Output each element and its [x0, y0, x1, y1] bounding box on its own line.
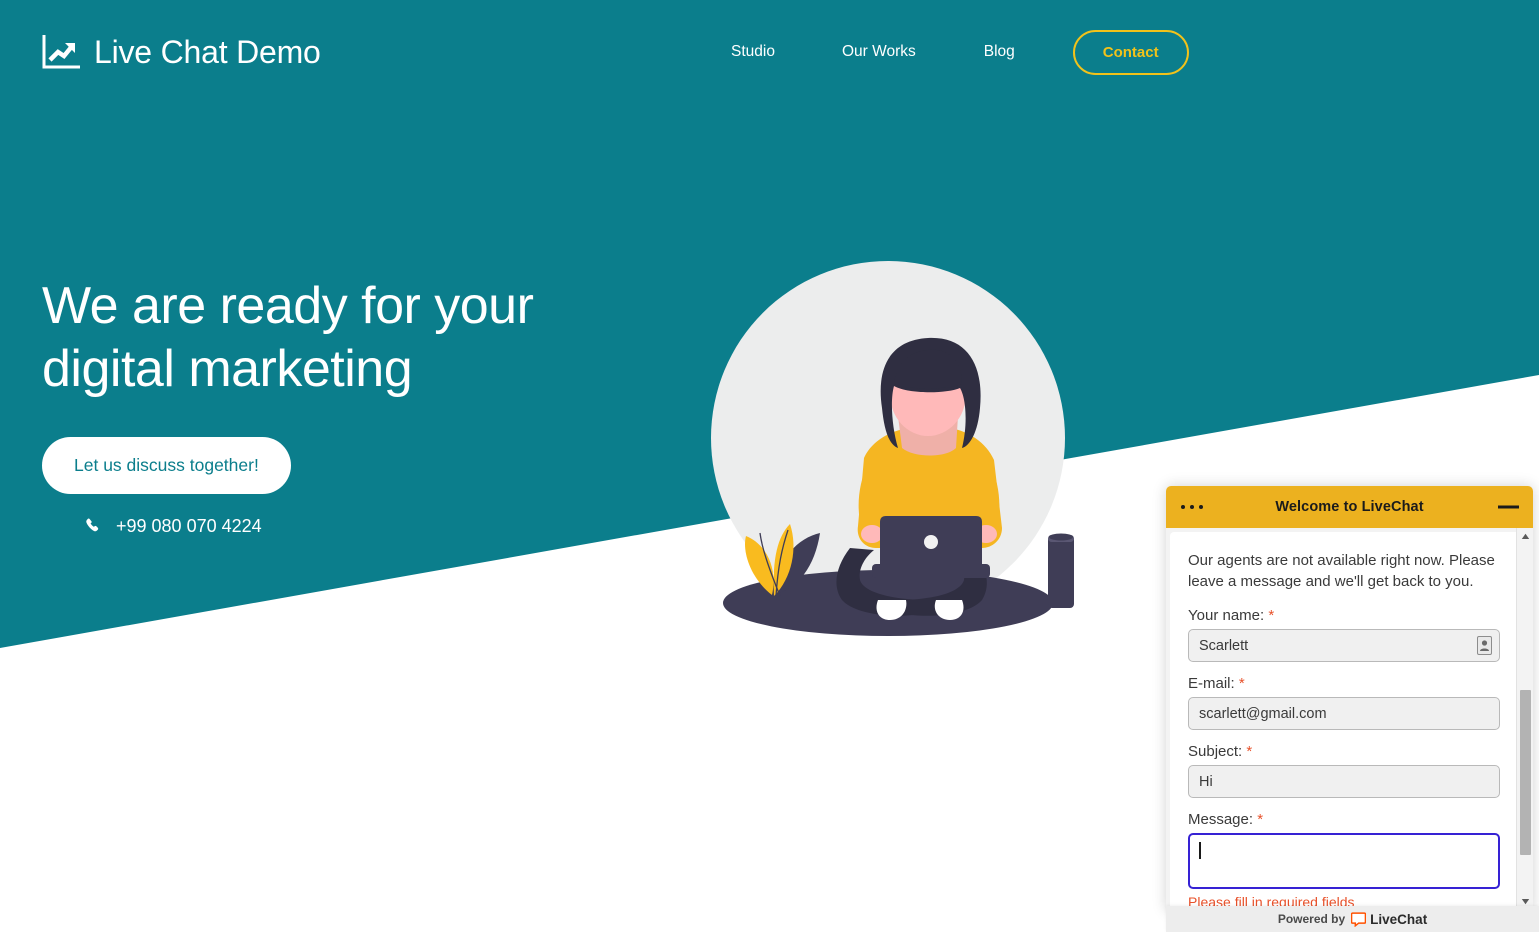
chat-widget-body-wrapper: Our agents are not available right now. … [1166, 528, 1533, 910]
nav-link-our-works[interactable]: Our Works [842, 43, 916, 61]
chat-intro-message: Our agents are not available right now. … [1188, 552, 1495, 590]
email-field-label: E-mail: * [1188, 675, 1500, 692]
hero-title-line-2: digital marketing [42, 340, 413, 398]
nav-link-studio[interactable]: Studio [731, 43, 775, 61]
hero-phone[interactable]: +99 080 070 4224 [86, 516, 533, 537]
name-field-wrapper [1188, 629, 1500, 662]
illustration-speaker [1048, 533, 1074, 608]
scrollbar-thumb[interactable] [1520, 690, 1531, 855]
text-caret [1199, 842, 1201, 859]
message-field-label: Message: * [1188, 811, 1500, 828]
nav-link-blog[interactable]: Blog [984, 43, 1015, 61]
name-required-asterisk: * [1268, 607, 1275, 624]
phone-number: +99 080 070 4224 [116, 516, 262, 536]
hero-illustration [650, 248, 1120, 648]
message-label-text: Message: [1188, 811, 1254, 828]
name-input[interactable] [1188, 629, 1500, 662]
brand-logo[interactable]: Live Chat Demo [42, 34, 321, 71]
livechat-logo-icon [1351, 911, 1367, 927]
main-navigation: Studio Our Works Blog Contact [700, 0, 1189, 104]
livechat-footer: Powered by LiveChat [1166, 906, 1539, 932]
autofill-contact-icon[interactable] [1477, 636, 1492, 655]
scrollbar-track[interactable] [1517, 545, 1533, 910]
hero-title-line-1: We are ready for your [42, 277, 534, 335]
livechat-product-name: LiveChat [1370, 911, 1428, 927]
subject-required-asterisk: * [1246, 743, 1253, 760]
chat-widget-title: Welcome to LiveChat [1275, 499, 1424, 515]
subject-label-text: Subject: [1188, 743, 1243, 760]
livechat-widget: Welcome to LiveChat Our agents are not a… [1166, 486, 1533, 910]
contact-button[interactable]: Contact [1072, 29, 1189, 75]
message-textarea[interactable] [1188, 833, 1500, 889]
prechat-form: Our agents are not available right now. … [1170, 532, 1516, 910]
phone-icon [86, 518, 103, 535]
powered-by-label: Powered by [1277, 912, 1346, 926]
chat-scrollbar[interactable] [1516, 528, 1533, 910]
page-root: Live Chat Demo Studio Our Works Blog Con… [0, 0, 1539, 932]
email-input[interactable] [1188, 697, 1500, 730]
ellipsis-icon[interactable] [1181, 505, 1203, 509]
scroll-up-arrow-icon[interactable] [1517, 528, 1534, 545]
email-required-asterisk: * [1238, 675, 1245, 692]
livechat-branding[interactable]: LiveChat [1351, 912, 1427, 927]
brand-name: Live Chat Demo [94, 33, 321, 70]
chat-widget-header: Welcome to LiveChat [1166, 486, 1533, 528]
minimize-icon[interactable] [1498, 505, 1519, 509]
name-field-label: Your name: * [1188, 607, 1500, 624]
discuss-together-button[interactable]: Let us discuss together! [42, 437, 291, 494]
subject-field-label: Subject: * [1188, 743, 1500, 760]
site-header: Live Chat Demo Studio Our Works Blog Con… [0, 0, 1539, 104]
email-label-text: E-mail: [1188, 675, 1235, 692]
message-required-asterisk: * [1257, 811, 1264, 828]
hero-section: We are ready for your digital marketing … [42, 275, 534, 537]
chart-line-up-icon [42, 35, 80, 69]
subject-input[interactable] [1188, 765, 1500, 798]
name-label-text: Your name: [1188, 607, 1265, 624]
